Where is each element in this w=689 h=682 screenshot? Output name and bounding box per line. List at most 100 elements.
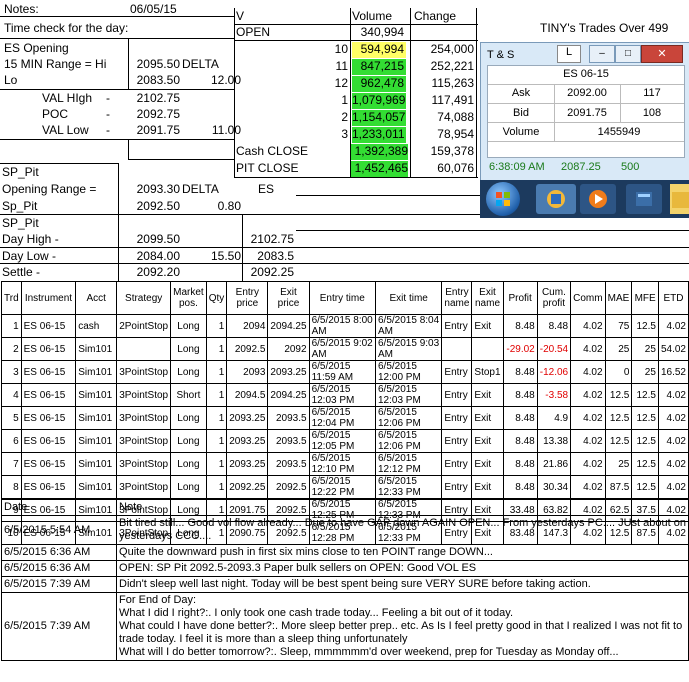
close-button[interactable]: ✕: [641, 45, 683, 63]
trade-cell: 1: [205, 360, 228, 384]
trades-header-row: Trd Instrument Acct Strategy Market pos. Qty E…: [1, 281, 689, 315]
minimize-button[interactable]: –: [589, 45, 615, 63]
note-line: What I did I right?:. I only took one ca…: [119, 607, 514, 619]
trade-cell: 6/5/2015 11:59 AM: [308, 360, 376, 384]
trade-cell: 6/5/2015 12:05 PM: [308, 429, 376, 453]
hour-change: 74,088: [437, 110, 474, 124]
table-row[interactable]: 3 ES 06-15 Sim101 3PointStop Long 1 2093 2093.2…: [1, 360, 689, 384]
note-text: Didn't sleep well last night. Today will…: [116, 576, 689, 593]
trade-cell: Exit: [471, 406, 504, 430]
trades-col-header[interactable]: MAE: [604, 281, 633, 315]
trades-col-header[interactable]: Exit name: [471, 281, 504, 315]
col-note-header: Note: [116, 499, 689, 516]
open-label: OPEN: [236, 25, 271, 39]
trade-cell: ES 06-15: [20, 429, 77, 453]
taskbar-app-1[interactable]: [536, 184, 576, 214]
notes-label: Notes:: [4, 2, 39, 16]
bid-price: 2091.75: [567, 107, 607, 119]
notes-table: Date Note 6/5/2015 5:54 AM Bit tired stil…: [0, 499, 689, 661]
trade-cell: 1: [205, 383, 228, 407]
table-row[interactable]: 7 ES 06-15 Sim101 3PointStop Long 1 2093.25 209…: [1, 452, 689, 476]
trade-cell: 0: [604, 360, 633, 384]
trade-cell: 12.5: [604, 406, 633, 430]
trade-cell: 12.5: [631, 406, 659, 430]
maximize-button[interactable]: □: [615, 45, 641, 63]
trade-cell: 13.38: [536, 429, 572, 453]
trade-cell: Entry: [441, 429, 473, 453]
trade-cell: 1: [205, 475, 228, 499]
note-row[interactable]: 6/5/2015 6:36 AM Quite the downward push …: [0, 544, 689, 561]
trade-cell: 4.02: [570, 314, 606, 338]
trades-col-header[interactable]: Profit: [502, 281, 538, 315]
open-volume: 340,994: [360, 25, 404, 39]
range-label: 15 MIN Range = Hi: [4, 57, 107, 71]
ask-label: Ask: [511, 87, 531, 99]
trade-cell: 1: [205, 452, 228, 476]
table-row[interactable]: 8 ES 06-15 Sim101 3PointStop Long 1 2092.25 209…: [1, 475, 689, 499]
hour-label: 12: [334, 76, 348, 90]
trade-cell: Short: [170, 383, 207, 407]
note-row[interactable]: 6/5/2015 6:36 AM OPEN: SP Pit 2092.5-2093…: [0, 560, 689, 577]
hour-volume: 1,079,969: [352, 93, 406, 109]
trade-cell: 3: [1, 360, 22, 384]
table-row[interactable]: 1 ES 06-15 cash 2PointStop Long 1 2094 2094.25 6…: [1, 314, 689, 338]
table-row[interactable]: 4 ES 06-15 Sim101 3PointStop Short 1 2094.5 209…: [1, 383, 689, 407]
note-line: Quite the downward push in first six min…: [119, 546, 493, 558]
trades-col-header[interactable]: Entry name: [441, 281, 473, 315]
trades-col-header[interactable]: Acct: [75, 281, 118, 315]
trades-col-header[interactable]: Strategy: [116, 281, 172, 315]
trades-col-header[interactable]: Cum. profit: [536, 281, 572, 315]
es-opening-label: ES Opening: [4, 41, 69, 55]
note-line: What will I do better tomorrow?:. Sleep,…: [119, 646, 619, 658]
trades-col-header[interactable]: Exit price: [267, 281, 310, 315]
hour-change: 252,221: [430, 59, 474, 73]
trade-cell: 4.02: [570, 383, 606, 407]
trades-col-header[interactable]: Exit time: [374, 281, 443, 315]
trade-cell: 30.34: [536, 475, 572, 499]
day-high-es: 2102.75: [250, 232, 294, 246]
folder-icon: [672, 192, 689, 208]
table-row[interactable]: 6 ES 06-15 Sim101 3PointStop Long 1 2093.25 209…: [1, 429, 689, 453]
notes-date: 06/05/15: [130, 2, 177, 16]
table-row[interactable]: 5 ES 06-15 Sim101 3PointStop Long 1 2093.25 209…: [1, 406, 689, 430]
note-row[interactable]: 6/5/2015 5:54 AM Bit tired still... Good …: [0, 515, 689, 545]
taskbar-app-3[interactable]: [626, 184, 662, 214]
hour-change: 78,954: [437, 127, 474, 141]
settle-label: Settle -: [2, 265, 41, 279]
note-line: yesterdays CCC....: [119, 530, 212, 542]
poc-label: POC: [42, 107, 69, 121]
pit-close-change: 60,076: [437, 161, 474, 175]
trade-cell: Exit: [471, 475, 504, 499]
volume-value: 1455949: [597, 126, 641, 138]
note-line: trade today. I feel it is more than a sl…: [119, 633, 408, 645]
trade-cell: Sim101: [75, 452, 118, 476]
trades-col-header[interactable]: MFE: [631, 281, 659, 315]
note-row[interactable]: 6/5/2015 7:39 AM For End of Day: What I di…: [0, 592, 689, 661]
trades-col-header[interactable]: Qty: [205, 281, 228, 315]
trade-cell: 8.48: [536, 314, 572, 338]
link-button[interactable]: L: [557, 45, 581, 63]
media-player-icon: [589, 190, 607, 208]
trades-col-header[interactable]: Entry price: [226, 281, 269, 315]
trades-col-header[interactable]: Entry time: [308, 281, 376, 315]
trades-col-header[interactable]: Instrument: [20, 281, 77, 315]
trade-cell: 2093: [226, 360, 269, 384]
time-and-sales-window[interactable]: T & S L – □ ✕ ES 06-15 Ask 2092.00 117 B…: [480, 42, 689, 184]
taskbar-app-2[interactable]: [580, 184, 616, 214]
taskbar-folder[interactable]: [670, 184, 689, 214]
trade-cell: Entry: [441, 406, 473, 430]
hour-change: 254,000: [430, 42, 474, 56]
ask-size: 117: [643, 87, 661, 99]
trades-col-header[interactable]: Market pos.: [170, 281, 207, 315]
trade-cell: 75: [604, 314, 633, 338]
note-row[interactable]: 6/5/2015 7:39 AM Didn't sleep well last n…: [0, 576, 689, 593]
table-row[interactable]: 2 ES 06-15 Sim101 Long 1 2092.5 2092 6/5/2015 9…: [1, 337, 689, 361]
trade-cell: 6/5/2015 12:06 PM: [374, 429, 443, 453]
trade-cell: Long: [170, 314, 207, 338]
trades-col-header[interactable]: ETD: [657, 281, 689, 315]
trade-cell: 2093.25: [226, 452, 269, 476]
start-button[interactable]: [486, 182, 520, 216]
trade-cell: Exit: [471, 452, 504, 476]
trades-col-header[interactable]: Comm: [570, 281, 606, 315]
trades-col-header[interactable]: Trd: [1, 281, 22, 315]
